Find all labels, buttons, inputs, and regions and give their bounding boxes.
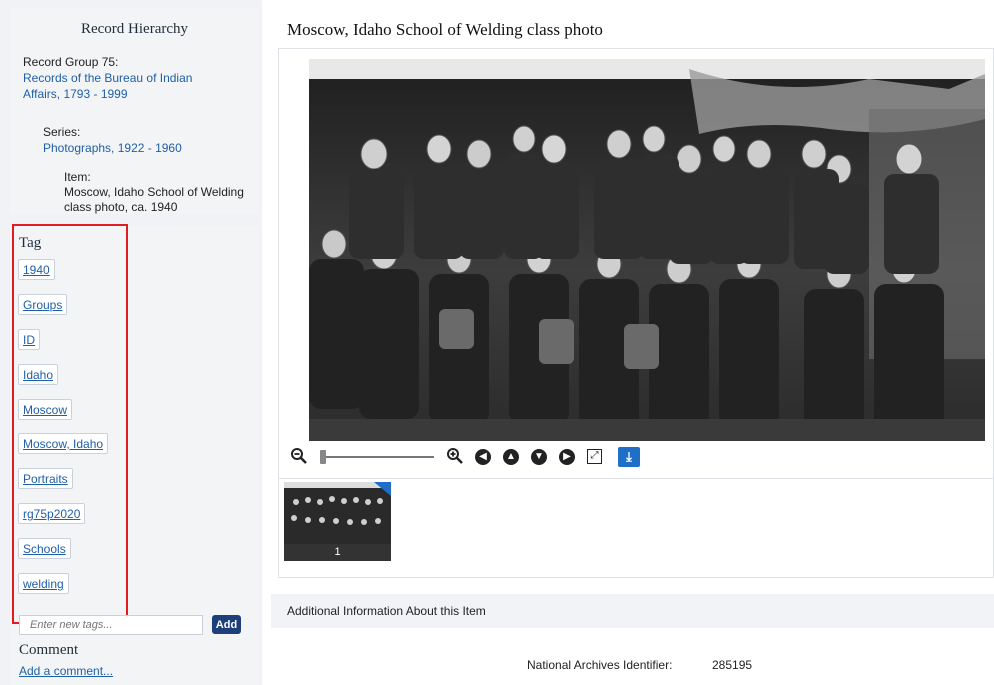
- download-icon[interactable]: ⤓: [618, 447, 640, 467]
- class-photo[interactable]: [309, 59, 985, 441]
- tag-chip[interactable]: Moscow, Idaho: [18, 433, 109, 454]
- page-title: Moscow, Idaho School of Welding class ph…: [287, 20, 603, 39]
- thumbnail-photo: [284, 482, 391, 544]
- tag-title: Tag: [19, 235, 42, 251]
- class-photo-image: [309, 59, 985, 441]
- zoom-out-icon[interactable]: [290, 447, 308, 468]
- new-tag-input[interactable]: [19, 615, 203, 635]
- series-label: Series:: [43, 125, 81, 139]
- thumbnail-strip: [279, 478, 994, 479]
- record-group: Record Group 75: Records of the Bureau o…: [23, 55, 223, 102]
- series-link[interactable]: Photographs, 1922 - 1960: [43, 141, 182, 155]
- tag-chip[interactable]: Portraits: [18, 468, 73, 489]
- zoom-slider-track[interactable]: [326, 456, 434, 458]
- arrow-down-icon[interactable]: ▼: [531, 449, 547, 465]
- arrow-right-icon[interactable]: ▶: [559, 449, 575, 465]
- identifier-label: National Archives Identifier:: [527, 658, 673, 672]
- thumbnail-number: 1: [284, 544, 391, 561]
- identifier-value: 285195: [712, 658, 753, 672]
- tag-chip[interactable]: Schools: [18, 538, 71, 559]
- additional-info-label[interactable]: Additional Information About this Item: [287, 604, 486, 618]
- fullscreen-icon[interactable]: ⤢: [587, 449, 602, 464]
- item-value: Moscow, Idaho School of Welding class ph…: [64, 185, 244, 214]
- tag-chip[interactable]: rg75p2020: [18, 503, 86, 524]
- comment-title: Comment: [19, 642, 79, 658]
- tag-chip[interactable]: welding: [18, 573, 69, 594]
- tag-chip[interactable]: Idaho: [18, 364, 59, 385]
- thumbnail-image[interactable]: [284, 482, 391, 544]
- tag-chip[interactable]: Groups: [18, 294, 68, 315]
- zoom-in-icon[interactable]: [446, 447, 464, 468]
- record-hierarchy-panel: Record Hierarchy Record Group 75: Record…: [10, 8, 259, 214]
- item: Item: Moscow, Idaho School of Welding cl…: [64, 170, 254, 215]
- tag-chip[interactable]: ID: [18, 329, 40, 350]
- add-tag-button[interactable]: Add: [212, 615, 241, 634]
- record-group-label: Record Group 75:: [23, 55, 119, 69]
- zoom-slider-handle[interactable]: [320, 450, 326, 464]
- add-comment-link[interactable]: Add a comment...: [19, 664, 113, 678]
- arrow-up-icon[interactable]: ▲: [503, 449, 519, 465]
- record-hierarchy-title: Record Hierarchy: [80, 21, 189, 37]
- series: Series: Photographs, 1922 - 1960: [43, 125, 182, 156]
- record-group-link[interactable]: Records of the Bureau of Indian Affairs,…: [23, 71, 192, 101]
- tag-chip[interactable]: Moscow: [18, 399, 73, 420]
- arrow-left-icon[interactable]: ◀: [475, 449, 491, 465]
- item-label: Item:: [64, 170, 91, 184]
- tag-chip[interactable]: 1940: [18, 259, 55, 280]
